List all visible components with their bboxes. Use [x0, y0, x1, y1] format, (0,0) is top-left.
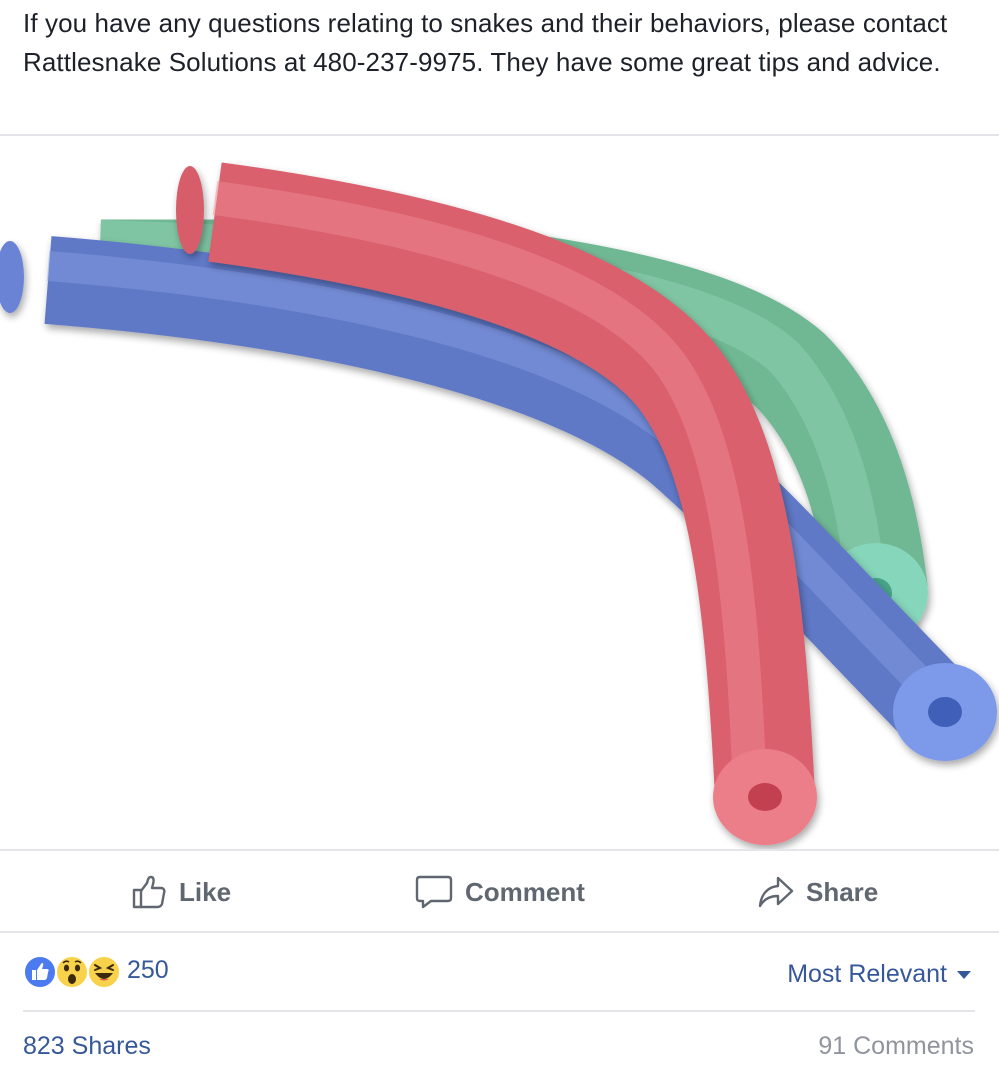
sort-label: Most Relevant — [787, 960, 947, 988]
comment-label: Comment — [465, 876, 585, 907]
comment-button[interactable]: Comment — [415, 852, 585, 932]
share-arrow-icon — [758, 876, 794, 908]
share-button[interactable]: Share — [758, 852, 878, 932]
wow-reaction-icon — [55, 955, 89, 989]
post-text: If you have any questions relating to sn… — [23, 8, 948, 77]
haha-reaction-icon — [87, 955, 121, 989]
divider — [0, 931, 999, 933]
comment-sort-dropdown[interactable]: Most Relevant — [787, 960, 971, 989]
shares-count[interactable]: 823 Shares — [23, 1032, 151, 1061]
divider — [0, 134, 999, 136]
post-photo[interactable] — [0, 137, 999, 849]
reactions-row: 250 Most Relevant — [0, 934, 999, 1010]
thumbs-up-icon — [132, 875, 166, 909]
red-noodle — [176, 162, 817, 845]
like-button[interactable]: Like — [131, 852, 231, 932]
comments-count[interactable]: 91 Comments — [818, 1032, 974, 1061]
reaction-count[interactable]: 250 — [127, 956, 169, 985]
share-label: Share — [806, 876, 879, 907]
like-label: Like — [179, 876, 232, 907]
like-reaction-icon — [23, 955, 57, 989]
divider — [0, 849, 999, 851]
divider — [23, 1010, 975, 1012]
speech-bubble-icon — [415, 875, 453, 909]
caret-down-icon — [957, 970, 971, 979]
post-action-bar: Like Comment Share — [0, 852, 999, 932]
pool-noodles-image — [0, 162, 997, 845]
